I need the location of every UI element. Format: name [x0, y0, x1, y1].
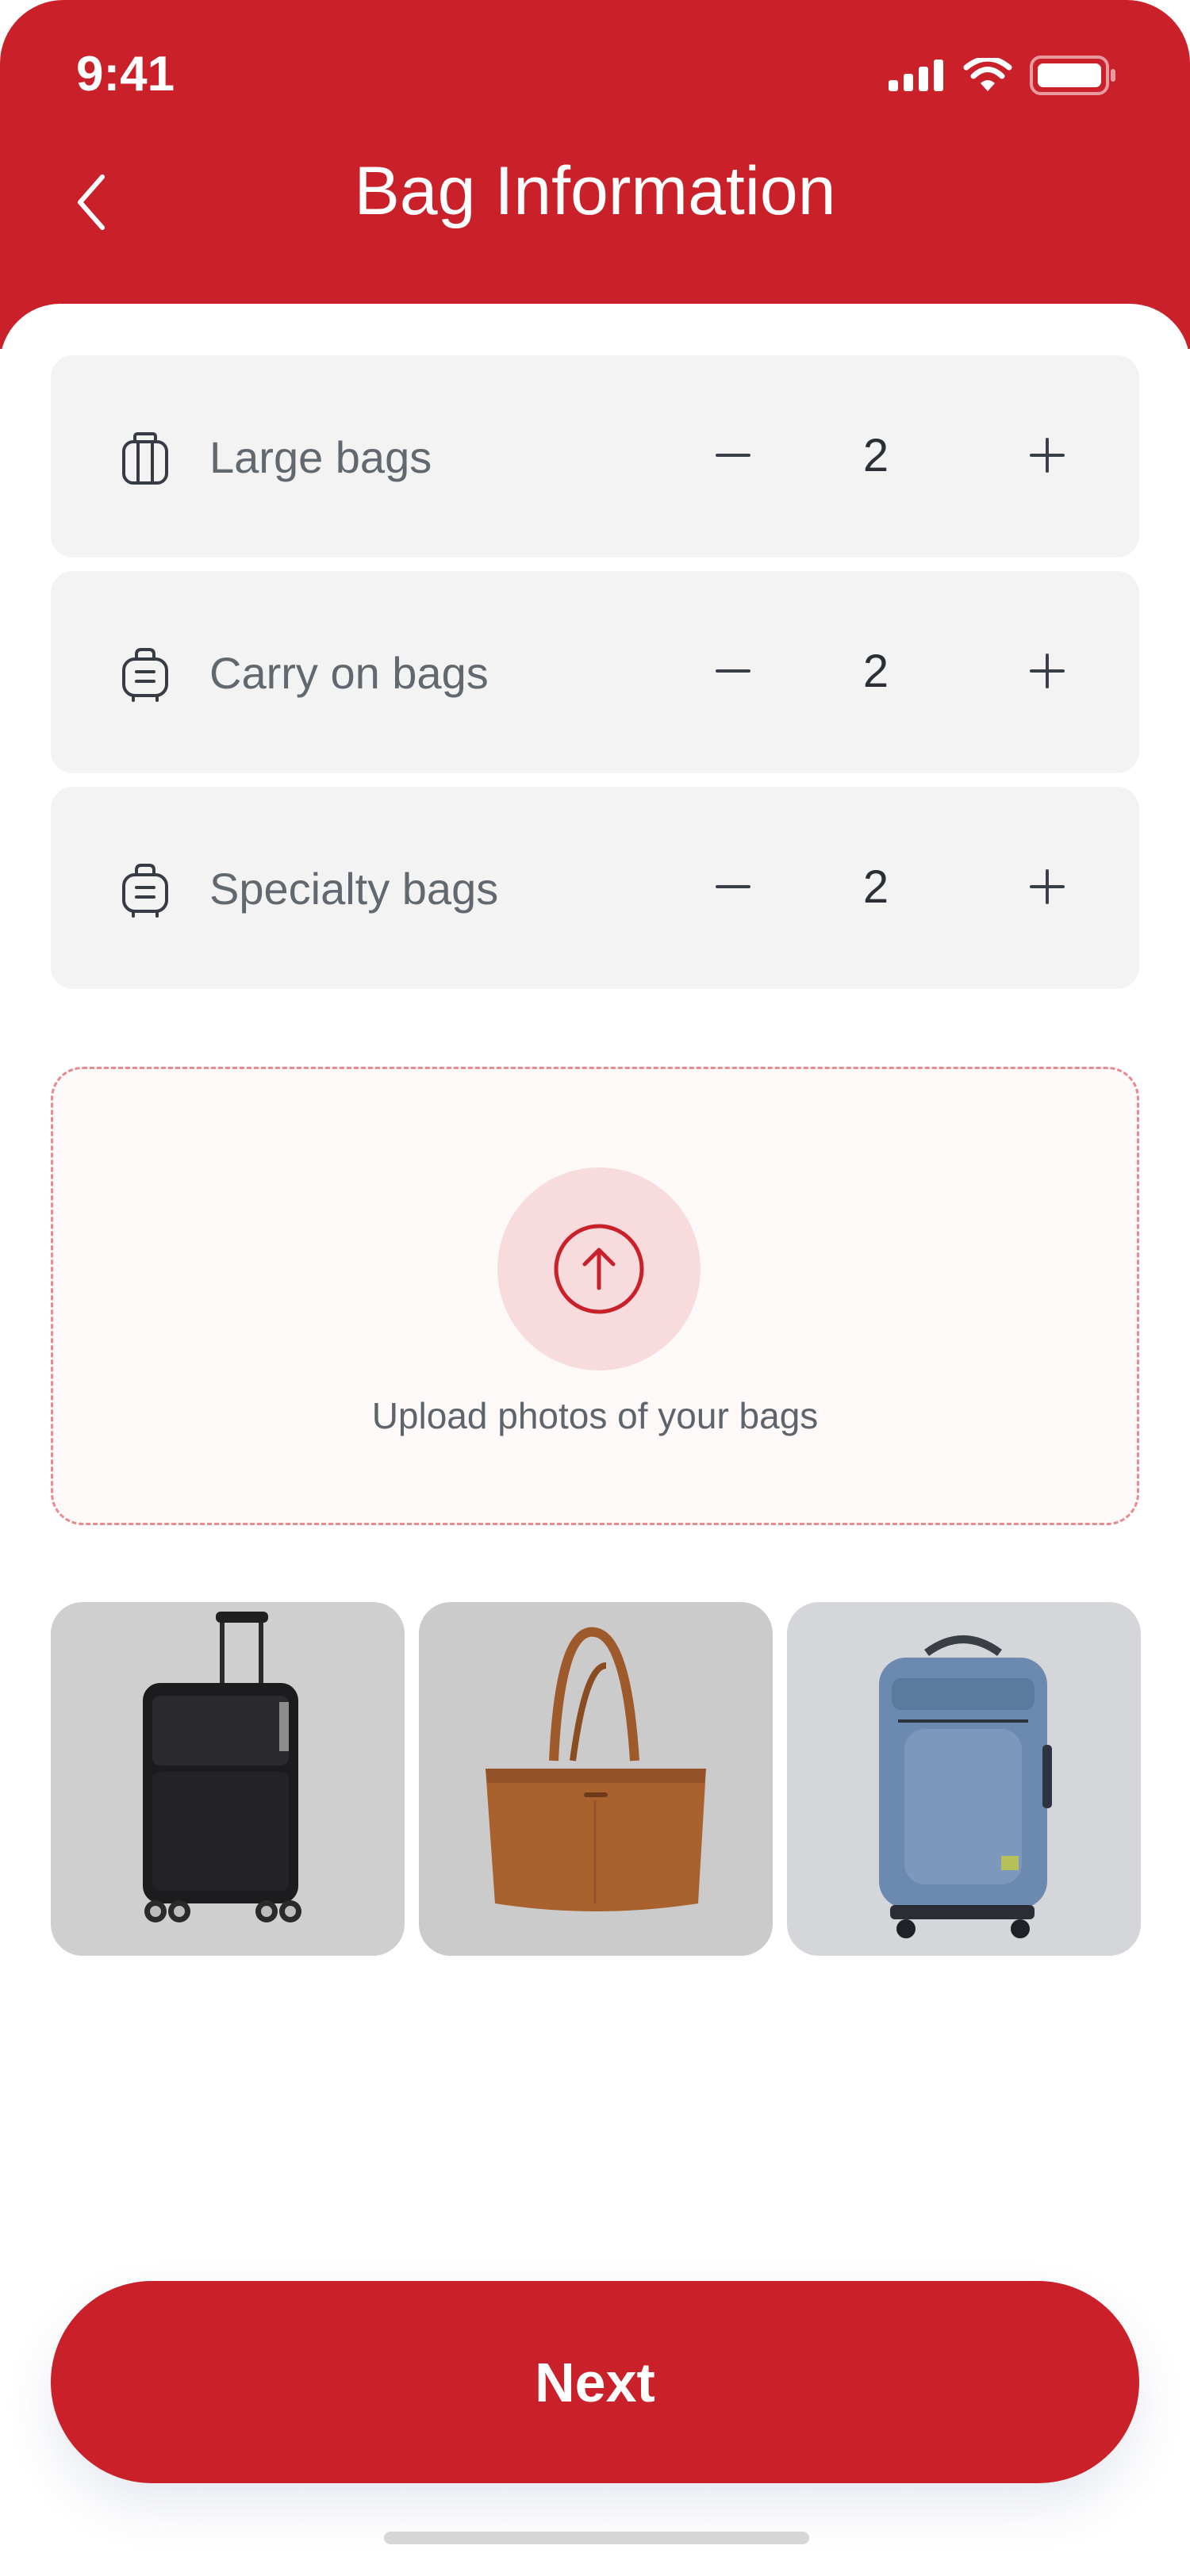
minus-icon	[716, 454, 750, 457]
decrease-carry-on-bags-button[interactable]	[701, 639, 765, 703]
increase-carry-on-bags-button[interactable]	[1015, 639, 1079, 703]
bag-label: Large bags	[209, 432, 432, 482]
tote-bag-image	[419, 1602, 773, 1956]
suitcase-image	[51, 1602, 405, 1956]
plus-icon	[1030, 654, 1065, 688]
bag-row-carry-on: Carry on bags 2	[51, 571, 1139, 773]
decrease-specialty-bags-button[interactable]	[701, 855, 765, 918]
blue-backpack-suitcase-photo[interactable]	[787, 1602, 1141, 1956]
bag-label: Specialty bags	[209, 864, 499, 914]
specialty-bag-icon	[122, 864, 168, 918]
minus-icon	[716, 885, 750, 888]
specialty-bags-count: 2	[862, 861, 889, 913]
upload-button[interactable]	[497, 1167, 701, 1370]
increase-specialty-bags-button[interactable]	[1015, 855, 1079, 918]
suitcase-icon	[122, 432, 168, 485]
page-title: Bag Information	[354, 153, 836, 229]
plus-icon	[1030, 438, 1065, 473]
header: 9:41 Bag Information	[0, 0, 1190, 349]
upload-text: Upload photos of your bags	[371, 1395, 819, 1436]
backpack-suitcase-image	[787, 1602, 1141, 1956]
bag-information-screen: 9:41 Bag Information Large bags 2 Carry …	[0, 0, 1190, 2576]
plus-icon	[1030, 869, 1065, 904]
bag-row-specialty: Specialty bags 2	[51, 787, 1139, 989]
decrease-large-bags-button[interactable]	[701, 424, 765, 487]
signal-icon	[889, 59, 943, 91]
upload-photos-dropzone[interactable]: Upload photos of your bags	[51, 1067, 1139, 1525]
carry-on-bag-icon	[122, 648, 168, 702]
battery-icon	[1030, 56, 1115, 95]
increase-large-bags-button[interactable]	[1015, 424, 1079, 487]
brown-tote-bag-photo[interactable]	[419, 1602, 773, 1956]
minus-icon	[716, 669, 750, 673]
status-icons	[889, 56, 1117, 95]
carry-on-bags-count: 2	[862, 646, 889, 697]
black-suitcase-photo[interactable]	[51, 1602, 405, 1956]
bag-label: Carry on bags	[209, 648, 489, 698]
status-time: 9:41	[76, 47, 175, 102]
large-bags-count: 2	[862, 430, 889, 481]
wifi-icon	[963, 58, 1012, 91]
home-indicator	[384, 2532, 809, 2544]
upload-arrow-icon	[554, 1224, 644, 1314]
next-button[interactable]: Next	[51, 2281, 1139, 2483]
bag-row-large: Large bags 2	[51, 355, 1139, 558]
